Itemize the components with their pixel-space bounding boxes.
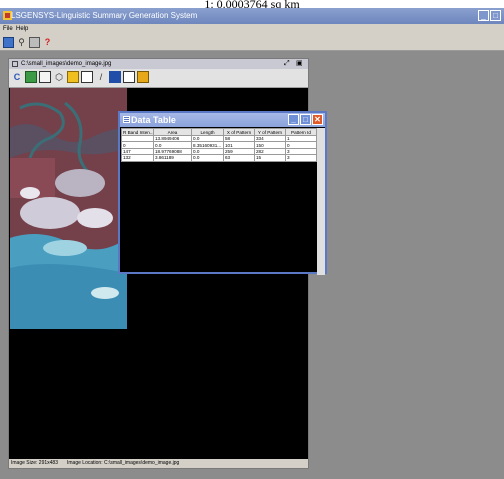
close-icon[interactable]: ▣ xyxy=(296,59,303,69)
column-header[interactable]: Pattern Id xyxy=(285,128,317,136)
table-cell: 0.0 xyxy=(191,154,224,162)
menu-help[interactable]: Help xyxy=(16,24,28,35)
table-cell: 3 xyxy=(285,154,317,162)
restore-icon[interactable]: ⤢ xyxy=(284,59,290,69)
save-icon[interactable] xyxy=(29,37,40,48)
status-image-location: Image Location: C:\small_images\demo_ima… xyxy=(67,460,180,466)
window-icon xyxy=(12,61,18,67)
maximize-icon[interactable]: □ xyxy=(300,114,311,125)
minimize-icon[interactable]: _ xyxy=(478,10,489,21)
column-header[interactable]: X of Pattern xyxy=(223,128,255,136)
status-image-size: Image Size: 291x483 xyxy=(11,460,58,466)
chart-tool-icon[interactable] xyxy=(109,71,121,83)
data-table-titlebar: Data Table _ □ ✕ xyxy=(120,113,325,127)
table-cell: 15 xyxy=(254,154,286,162)
app-title: LSGENSYS-Linguistic Summary Generation S… xyxy=(11,11,198,20)
image-window-title: C:\small_images\demo_image.jpg xyxy=(21,61,112,67)
menu-bar: File Help xyxy=(0,24,504,35)
status-bar: Image Size: 291x483 Image Location: C:\s… xyxy=(9,459,308,468)
satellite-image xyxy=(10,88,127,329)
column-header[interactable]: Y of Pattern xyxy=(254,128,286,136)
settings-tool-icon[interactable] xyxy=(137,71,149,83)
grid-tool-icon[interactable] xyxy=(81,71,93,83)
data-table-title: Data Table xyxy=(131,115,176,125)
column-header[interactable]: R Band Inten... xyxy=(121,128,154,136)
data-table-window: Data Table _ □ ✕ R Band Inten... Area Le… xyxy=(118,111,327,275)
menu-file[interactable]: File xyxy=(3,24,13,35)
fill-tool-icon[interactable] xyxy=(67,71,79,83)
layer-tool-icon[interactable] xyxy=(25,71,37,83)
table-cell: 132 xyxy=(121,154,154,162)
help-icon[interactable]: ? xyxy=(42,37,53,48)
polygon-tool-icon[interactable]: ⬡ xyxy=(53,71,65,83)
close-icon[interactable]: ✕ xyxy=(312,114,323,125)
document-tool-icon[interactable] xyxy=(123,71,135,83)
minimize-icon[interactable]: _ xyxy=(288,114,299,125)
table-cell: 63 xyxy=(223,154,255,162)
pen-tool-icon[interactable]: / xyxy=(95,71,107,83)
open-image-icon[interactable] xyxy=(3,37,14,48)
table-cell: 8.35160931... xyxy=(191,141,224,149)
table-icon xyxy=(123,116,130,123)
main-toolbar: ⚲ ? xyxy=(0,35,504,51)
column-header[interactable]: Length xyxy=(191,128,224,136)
table-cell: 3.861189 xyxy=(153,154,192,162)
image-toolbar: C ⬡ / xyxy=(9,69,308,88)
select-tool-icon[interactable] xyxy=(39,71,51,83)
table-row[interactable]: 132 3.861189 0.0 63 15 3 xyxy=(121,154,317,162)
maximize-icon[interactable]: □ xyxy=(490,10,501,21)
color-tool-icon[interactable]: C xyxy=(11,71,23,83)
table-header-row: R Band Inten... Area Length X of Pattern… xyxy=(121,128,317,136)
column-header[interactable]: Area xyxy=(153,128,192,136)
app-titlebar: LSGENSYS-Linguistic Summary Generation S… xyxy=(0,8,504,24)
pattern-data-table: R Band Inten... Area Length X of Pattern… xyxy=(121,128,317,162)
search-icon[interactable]: ⚲ xyxy=(16,37,27,48)
desktop-workspace: C:\small_images\demo_image.jpg ⤢ ▣ C ⬡ / xyxy=(0,51,504,479)
table-scrollbar[interactable] xyxy=(317,128,325,275)
application-window: LSGENSYS-Linguistic Summary Generation S… xyxy=(0,8,504,479)
image-window-titlebar: C:\small_images\demo_image.jpg ⤢ ▣ xyxy=(9,59,308,69)
